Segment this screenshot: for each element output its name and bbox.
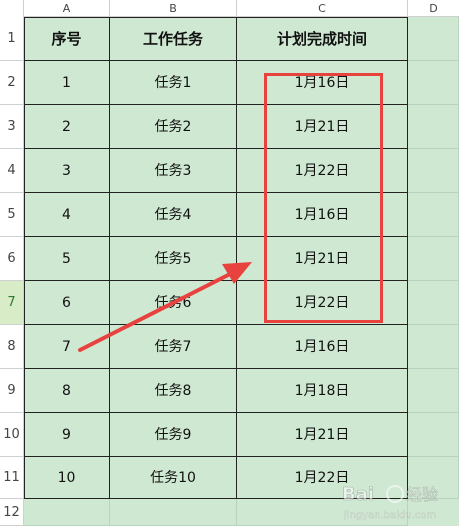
column-header-b[interactable]: B — [110, 0, 237, 17]
cell-plan-time[interactable]: 1月21日 — [237, 105, 408, 149]
column-header-a[interactable]: A — [24, 0, 110, 17]
cell-task[interactable]: 任务2 — [110, 105, 237, 149]
column-header-bar: A B C D — [0, 0, 459, 17]
row-header-6[interactable]: 6 — [0, 237, 24, 281]
cell-d[interactable] — [408, 325, 459, 369]
cell-index[interactable]: 1 — [24, 61, 110, 105]
cell-task[interactable]: 任务3 — [110, 149, 237, 193]
cell-index[interactable]: 2 — [24, 105, 110, 149]
cell-task[interactable]: 任务9 — [110, 413, 237, 457]
row-header-bar: 1 2 3 4 5 6 7 8 9 10 11 12 — [0, 17, 24, 526]
row-header-12[interactable]: 12 — [0, 499, 24, 526]
cell-d-1[interactable] — [408, 17, 459, 61]
column-header-d[interactable]: D — [408, 0, 459, 17]
row-header-10[interactable]: 10 — [0, 413, 24, 457]
cell-d[interactable] — [408, 105, 459, 149]
cell-d[interactable] — [408, 193, 459, 237]
cell-plan-time[interactable]: 1月21日 — [237, 237, 408, 281]
cell-index[interactable]: 7 — [24, 325, 110, 369]
cell-index[interactable]: 4 — [24, 193, 110, 237]
select-all-corner[interactable] — [0, 0, 24, 17]
cell-plan-time[interactable]: 1月18日 — [237, 369, 408, 413]
header-cell-plan-time[interactable]: 计划完成时间 — [237, 17, 408, 61]
table-top-border — [24, 17, 408, 18]
row-header-11[interactable]: 11 — [0, 457, 24, 499]
cell-index[interactable]: 3 — [24, 149, 110, 193]
row-header-4[interactable]: 4 — [0, 149, 24, 193]
cell-plan-time[interactable]: 1月22日 — [237, 457, 408, 499]
cell-task[interactable]: 任务1 — [110, 61, 237, 105]
cell-d[interactable] — [408, 457, 459, 499]
cell-plan-time[interactable]: 1月21日 — [237, 413, 408, 457]
row-header-8[interactable]: 8 — [0, 325, 24, 369]
cell-task[interactable]: 任务10 — [110, 457, 237, 499]
cell-index[interactable]: 10 — [24, 457, 110, 499]
row-header-2[interactable]: 2 — [0, 61, 24, 105]
cell-task[interactable]: 任务5 — [110, 237, 237, 281]
cell-task[interactable]: 任务8 — [110, 369, 237, 413]
cell-d[interactable] — [408, 61, 459, 105]
cell-d[interactable] — [408, 237, 459, 281]
cell-d[interactable] — [408, 369, 459, 413]
cell-plan-time[interactable]: 1月22日 — [237, 149, 408, 193]
cell-empty[interactable] — [24, 499, 110, 526]
spreadsheet: A B C D 1 2 3 4 5 6 7 8 9 10 11 12 序号 工作任务 计划完成时间 1 任务1… — [0, 0, 459, 526]
cell-empty[interactable] — [237, 499, 408, 526]
cell-index[interactable]: 9 — [24, 413, 110, 457]
cell-empty[interactable] — [110, 499, 237, 526]
cell-d[interactable] — [408, 149, 459, 193]
cell-index[interactable]: 8 — [24, 369, 110, 413]
cell-plan-time[interactable]: 1月22日 — [237, 281, 408, 325]
header-cell-task[interactable]: 工作任务 — [110, 17, 237, 61]
row-header-5[interactable]: 5 — [0, 193, 24, 237]
row-header-3[interactable]: 3 — [0, 105, 24, 149]
row-header-1[interactable]: 1 — [0, 17, 24, 61]
row-header-7[interactable]: 7 — [0, 281, 24, 325]
cell-d[interactable] — [408, 281, 459, 325]
cell-task[interactable]: 任务7 — [110, 325, 237, 369]
cell-task[interactable]: 任务6 — [110, 281, 237, 325]
cell-task[interactable]: 任务4 — [110, 193, 237, 237]
cell-plan-time[interactable]: 1月16日 — [237, 61, 408, 105]
row-header-9[interactable]: 9 — [0, 369, 24, 413]
column-header-c[interactable]: C — [237, 0, 408, 17]
cell-plan-time[interactable]: 1月16日 — [237, 325, 408, 369]
table-left-border — [24, 17, 25, 499]
header-cell-index[interactable]: 序号 — [24, 17, 110, 61]
cell-plan-time[interactable]: 1月16日 — [237, 193, 408, 237]
cell-d[interactable] — [408, 413, 459, 457]
cell-index[interactable]: 6 — [24, 281, 110, 325]
cell-index[interactable]: 5 — [24, 237, 110, 281]
